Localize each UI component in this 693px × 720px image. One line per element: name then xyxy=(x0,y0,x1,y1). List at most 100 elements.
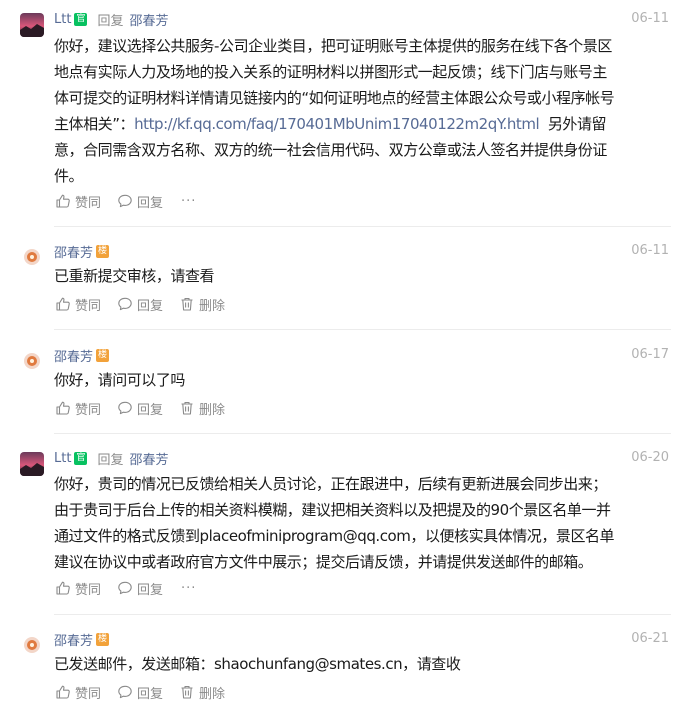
delete-label: 删除 xyxy=(199,686,226,702)
text-line: 体可提交的证明材料详情请见链接内的“如何证明地点的经营主体跟公众号或小程序帐号 xyxy=(54,89,615,107)
text-line: 建议在协议中或者政府官方文件中展示；提交后请反馈，并请提供发送邮件的邮箱。 xyxy=(54,553,593,571)
reply-button[interactable]: 回复 xyxy=(117,579,163,598)
avatar[interactable] xyxy=(20,245,44,269)
text-line: 已发送邮件，发送邮箱：shaochunfang@smates.cn，请查收 xyxy=(54,655,461,673)
comment-thread: Ltt 官 回复 邵春芳 06-11 你好，建议选择公共服务-公司企业类目，把可… xyxy=(0,0,693,720)
text-line: 主体相关”：http://kf.qq.com/faq/170401MbUnim1… xyxy=(54,111,674,137)
thumbs-up-icon xyxy=(56,685,70,699)
like-button[interactable]: 赞同 xyxy=(55,192,101,211)
reply-label: 回复 xyxy=(137,402,164,418)
comment-header: 邵春芳 楼 xyxy=(54,628,110,650)
official-badge: 官 xyxy=(74,451,88,465)
delete-button[interactable]: 删除 xyxy=(179,683,225,702)
comment-actions: 赞同 回复 删除 xyxy=(55,681,241,703)
like-button[interactable]: 赞同 xyxy=(55,295,101,314)
author-badge: 楼 xyxy=(96,244,110,258)
comment-item: 邵春芳 楼 06-11 已重新提交审核，请查看 赞同 回复 删除 xyxy=(0,240,693,322)
like-label: 赞同 xyxy=(75,402,102,418)
text-line: 你好，请问可以了吗 xyxy=(54,371,185,389)
comment-date: 06-17 xyxy=(631,347,669,362)
reply-label: 回复 xyxy=(137,686,164,702)
more-button[interactable]: ··· xyxy=(181,194,196,209)
reply-label: 回复 xyxy=(137,195,164,211)
comment-actions: 赞同 回复 ··· xyxy=(55,190,196,212)
delete-label: 删除 xyxy=(199,402,226,418)
avatar[interactable] xyxy=(20,633,44,657)
comment-item: Ltt 官 回复 邵春芳 06-11 你好，建议选择公共服务-公司企业类目，把可… xyxy=(0,8,693,218)
comment-header: Ltt 官 回复 邵春芳 xyxy=(54,8,168,30)
official-badge: 官 xyxy=(74,12,88,26)
reply-word: 回复 xyxy=(97,452,124,468)
text-line: 你好，建议选择公共服务-公司企业类目，把可证明账号主体提供的服务在线下各个景区 xyxy=(54,37,612,55)
comment-actions: 赞同 回复 删除 xyxy=(55,293,241,315)
comment-item: 邵春芳 楼 06-21 已发送邮件，发送邮箱：shaochunfang@smat… xyxy=(0,628,693,712)
comment-bubble-icon xyxy=(118,581,132,595)
author-name[interactable]: 邵春芳 xyxy=(54,630,93,649)
author-name[interactable]: Ltt xyxy=(54,12,71,27)
reply-button[interactable]: 回复 xyxy=(117,399,163,418)
thumbs-up-icon xyxy=(56,401,70,415)
like-label: 赞同 xyxy=(75,582,102,598)
divider xyxy=(54,614,671,615)
avatar[interactable] xyxy=(20,452,44,476)
reply-to-name[interactable]: 邵春芳 xyxy=(129,449,168,468)
more-button[interactable]: ··· xyxy=(181,581,196,596)
reply-button[interactable]: 回复 xyxy=(117,295,163,314)
comment-bubble-icon xyxy=(118,297,132,311)
reply-button[interactable]: 回复 xyxy=(117,683,163,702)
trash-icon xyxy=(181,685,193,699)
avatar[interactable] xyxy=(20,13,44,37)
comment-date: 06-11 xyxy=(631,243,669,258)
like-label: 赞同 xyxy=(75,298,102,314)
thumbs-up-icon xyxy=(56,581,70,595)
text-line: 已重新提交审核，请查看 xyxy=(54,267,215,285)
text-fragment: 另外请留 xyxy=(547,115,607,133)
comment-text: 已重新提交审核，请查看 xyxy=(54,263,674,289)
author-name[interactable]: 邵春芳 xyxy=(54,346,93,365)
comment-text: 你好，建议选择公共服务-公司企业类目，把可证明账号主体提供的服务在线下各个景区 … xyxy=(54,33,674,189)
comment-actions: 赞同 回复 删除 xyxy=(55,397,241,419)
comment-header: Ltt 官 回复 邵春芳 xyxy=(54,447,168,469)
like-button[interactable]: 赞同 xyxy=(55,399,101,418)
trash-icon xyxy=(181,297,193,311)
comment-item: 邵春芳 楼 06-17 你好，请问可以了吗 赞同 回复 删除 xyxy=(0,344,693,426)
comment-text: 已发送邮件，发送邮箱：shaochunfang@smates.cn，请查收 xyxy=(54,651,674,677)
author-name[interactable]: 邵春芳 xyxy=(54,242,93,261)
like-label: 赞同 xyxy=(75,195,102,211)
avatar[interactable] xyxy=(20,349,44,373)
comment-text: 你好，请问可以了吗 xyxy=(54,367,674,393)
comment-date: 06-11 xyxy=(631,11,669,26)
comment-bubble-icon xyxy=(118,194,132,208)
comment-actions: 赞同 回复 ··· xyxy=(55,577,196,599)
reply-label: 回复 xyxy=(137,298,164,314)
comment-header: 邵春芳 楼 xyxy=(54,240,110,262)
text-line: 意，合同需含双方名称、双方的统一社会信用代码、双方公章或法人签名并提供身份证 xyxy=(54,141,607,159)
text-line: 通过文件的格式反馈到placeofminiprogram@qq.com，以便核实… xyxy=(54,527,615,545)
author-badge: 楼 xyxy=(96,348,110,362)
thumbs-up-icon xyxy=(56,194,70,208)
like-button[interactable]: 赞同 xyxy=(55,579,101,598)
comment-date: 06-20 xyxy=(631,450,669,465)
like-button[interactable]: 赞同 xyxy=(55,683,101,702)
delete-button[interactable]: 删除 xyxy=(179,295,225,314)
comment-item: Ltt 官 回复 邵春芳 06-20 你好，贵司的情况已反馈给相关人员讨论，正在… xyxy=(0,447,693,605)
comment-text: 你好，贵司的情况已反馈给相关人员讨论，正在跟进中，后续有更新进展会同步出来； 由… xyxy=(54,471,674,575)
text-line: 地点有实际人力及场地的投入关系的证明材料以拼图形式一起反馈；线下门店与账号主 xyxy=(54,63,607,81)
comment-header: 邵春芳 楼 xyxy=(54,344,110,366)
thumbs-up-icon xyxy=(56,297,70,311)
reply-to-name[interactable]: 邵春芳 xyxy=(129,10,168,29)
reply-word: 回复 xyxy=(97,13,124,29)
delete-label: 删除 xyxy=(199,298,226,314)
faq-link[interactable]: http://kf.qq.com/faq/170401MbUnim1704012… xyxy=(134,115,540,133)
author-name[interactable]: Ltt xyxy=(54,451,71,466)
reply-label: 回复 xyxy=(137,582,164,598)
comment-date: 06-21 xyxy=(631,631,669,646)
text-line: 由于贵司于后台上传的相关资料模糊，建议把相关资料以及把提及的90个景区名单一并 xyxy=(54,501,611,519)
delete-button[interactable]: 删除 xyxy=(179,399,225,418)
author-badge: 楼 xyxy=(96,632,110,646)
comment-bubble-icon xyxy=(118,401,132,415)
reply-button[interactable]: 回复 xyxy=(117,192,163,211)
text-line: 你好，贵司的情况已反馈给相关人员讨论，正在跟进中，后续有更新进展会同步出来； xyxy=(54,475,607,493)
like-label: 赞同 xyxy=(75,686,102,702)
text-fragment: 主体相关”： xyxy=(54,115,135,133)
